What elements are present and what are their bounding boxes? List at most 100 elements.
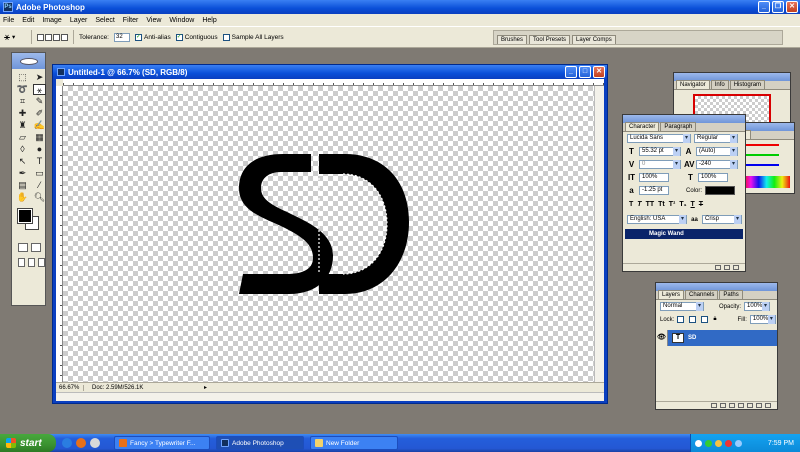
contiguous-checkbox[interactable]: ✓ xyxy=(175,33,183,41)
layer-mask-icon[interactable] xyxy=(729,403,735,408)
lock-image-icon[interactable] xyxy=(689,316,697,323)
trash-icon[interactable] xyxy=(733,265,739,270)
task-new-folder[interactable]: New Folder xyxy=(310,436,398,450)
tracking-field[interactable]: -240 xyxy=(696,160,738,169)
standard-mode-icon[interactable] xyxy=(18,243,28,252)
red-slider[interactable] xyxy=(745,144,779,146)
tab-paragraph[interactable]: Paragraph xyxy=(660,122,697,131)
tab-tool-presets[interactable]: Tool Presets xyxy=(529,35,571,44)
adjustment-layer-icon[interactable] xyxy=(747,403,753,408)
layer-style-icon[interactable] xyxy=(720,403,726,408)
vertical-scale-field[interactable]: 100% xyxy=(639,173,669,182)
zoom-level[interactable]: 66.67% xyxy=(56,384,84,391)
intersect-selection-icon[interactable] xyxy=(61,33,68,41)
tab-brushes[interactable]: Brushes xyxy=(497,35,528,44)
eraser-tool-icon[interactable]: ▱ xyxy=(16,132,29,143)
horizontal-scrollbar[interactable] xyxy=(56,392,604,401)
blur-tool-icon[interactable]: ◊ xyxy=(16,144,29,155)
horizontal-scale-field[interactable]: 100% xyxy=(698,173,728,182)
tool-preset-picker[interactable]: ⚹ ▾ xyxy=(4,30,26,44)
menu-file[interactable]: File xyxy=(3,17,14,24)
task-firefox[interactable]: Fancy > Typewriter F... xyxy=(114,436,210,450)
minimize-button[interactable]: _ xyxy=(758,1,770,13)
tab-character[interactable]: Character xyxy=(625,122,660,131)
firefox-icon[interactable] xyxy=(76,438,86,448)
pen-tool-icon[interactable]: ✒ xyxy=(16,168,29,179)
canvas[interactable] xyxy=(63,86,594,382)
type-tool-icon[interactable]: T xyxy=(33,156,46,167)
close-button[interactable]: ✕ xyxy=(786,1,798,13)
font-family-dropdown[interactable]: Lucida Sans xyxy=(627,134,691,143)
language-dropdown[interactable]: English: USA xyxy=(627,215,687,224)
menu-select[interactable]: Select xyxy=(95,17,114,24)
new-snapshot-icon[interactable] xyxy=(715,265,721,270)
magic-wand-tool-icon[interactable]: ⚹ xyxy=(33,84,46,95)
doc-minimize-button[interactable]: _ xyxy=(565,66,577,78)
menu-filter[interactable]: Filter xyxy=(123,17,139,24)
clock[interactable]: 7:59 PM xyxy=(768,440,800,447)
standard-screen-icon[interactable] xyxy=(18,258,25,267)
antialias-dropdown[interactable]: Crisp xyxy=(702,215,742,224)
menu-view[interactable]: View xyxy=(146,17,161,24)
sample-all-layers-checkbox[interactable] xyxy=(222,33,230,41)
volume-icon[interactable] xyxy=(735,439,742,447)
brush-tool-icon[interactable]: ✐ xyxy=(33,108,46,119)
menu-image[interactable]: Image xyxy=(42,17,61,24)
history-state-magic-wand[interactable]: Magic Wand xyxy=(625,229,743,239)
dodge-tool-icon[interactable]: ● xyxy=(33,144,46,155)
full-screen-icon[interactable] xyxy=(38,258,45,267)
font-size-field[interactable]: 55.32 pt xyxy=(639,147,681,156)
messenger-icon[interactable] xyxy=(715,439,722,447)
slice-tool-icon[interactable]: ✎ xyxy=(33,96,46,107)
lock-all-icon[interactable]: 🔒︎ xyxy=(713,316,716,323)
tab-histogram[interactable]: Histogram xyxy=(729,80,766,89)
restore-button[interactable]: ❐ xyxy=(772,1,784,13)
history-brush-icon[interactable]: ✍ xyxy=(33,120,46,131)
eye-icon[interactable]: 👁︎ xyxy=(656,330,668,346)
blue-slider[interactable] xyxy=(745,164,779,166)
tab-layer-comps[interactable]: Layer Comps xyxy=(572,35,616,44)
new-selection-icon[interactable] xyxy=(37,33,44,41)
tab-channels[interactable]: Channels xyxy=(685,290,719,299)
healing-brush-icon[interactable]: ✚ xyxy=(16,108,29,119)
strikethrough-icon[interactable]: T xyxy=(699,201,703,208)
underline-icon[interactable]: T xyxy=(691,201,695,208)
gradient-tool-icon[interactable]: ▦ xyxy=(33,132,46,143)
text-color-swatch[interactable] xyxy=(705,186,736,195)
subtract-selection-icon[interactable] xyxy=(53,33,60,41)
antialias-checkbox[interactable]: ✓ xyxy=(135,33,142,41)
full-screen-menu-icon[interactable] xyxy=(28,258,35,267)
tolerance-input[interactable]: 32 xyxy=(114,32,130,42)
status-arrow-icon[interactable]: ▸ xyxy=(204,384,207,391)
layer-row-sd[interactable]: 👁︎ T SD xyxy=(656,330,777,346)
faux-italic-icon[interactable]: T xyxy=(637,201,641,208)
new-document-icon[interactable] xyxy=(724,265,730,270)
tab-info[interactable]: Info xyxy=(710,80,729,89)
network-icon[interactable] xyxy=(695,439,702,447)
superscript-icon[interactable]: T¹ xyxy=(669,201,676,208)
opacity-field[interactable]: 100% xyxy=(744,302,771,311)
menu-help[interactable]: Help xyxy=(202,17,216,24)
lasso-tool-icon[interactable]: ➰ xyxy=(16,84,29,95)
hand-tool-icon[interactable]: ✋ xyxy=(16,192,29,203)
move-tool-icon[interactable]: ➤ xyxy=(33,72,46,83)
leading-field[interactable]: (Auto) xyxy=(696,147,738,156)
notes-tool-icon[interactable]: ▤ xyxy=(16,180,29,191)
internet-explorer-icon[interactable] xyxy=(62,438,72,448)
foreground-color-swatch[interactable] xyxy=(17,208,33,224)
eyedropper-icon[interactable]: ⁄ xyxy=(33,180,46,191)
security-icon[interactable] xyxy=(705,439,712,447)
vertical-scrollbar[interactable] xyxy=(594,86,604,382)
new-layer-icon[interactable] xyxy=(756,403,762,408)
start-button[interactable]: start xyxy=(0,434,56,452)
marquee-tool-icon[interactable]: ⬚ xyxy=(16,72,29,83)
doc-close-button[interactable]: ✕ xyxy=(593,66,605,78)
toolbox-header[interactable] xyxy=(12,53,45,69)
tab-navigator[interactable]: Navigator xyxy=(676,80,710,89)
color-ramp[interactable] xyxy=(743,176,790,188)
delete-layer-icon[interactable] xyxy=(765,403,771,408)
link-layers-icon[interactable] xyxy=(711,403,717,408)
green-slider[interactable] xyxy=(745,154,779,156)
shape-tool-icon[interactable]: ▭ xyxy=(33,168,46,179)
desktop-icon[interactable] xyxy=(90,438,100,448)
